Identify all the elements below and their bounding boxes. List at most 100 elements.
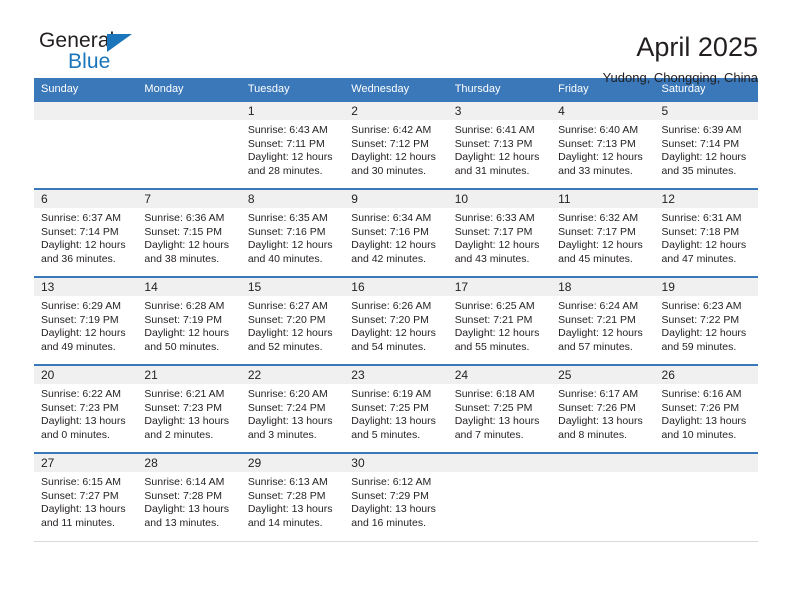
sunset-time: Sunset: 7:22 PM — [661, 313, 740, 326]
logo-text-general: General — [39, 29, 115, 52]
sunset-time: Sunset: 7:17 PM — [454, 225, 533, 238]
day-cell-inner: 21 Sunrise: 6:21 AM Sunset: 7:23 PM Dayligh… — [137, 366, 241, 452]
calendar-day-cell-empty — [447, 452, 552, 542]
sunset-time: Sunset: 7:11 PM — [247, 137, 325, 150]
calendar-day-cell[interactable]: 12 Sunrise: 6:31 AM Sunset: 7:18 PM Dayligh… — [654, 188, 758, 277]
sunrise-time: Sunrise: 6:19 AM — [351, 388, 432, 400]
sunrise-time: Sunrise: 6:43 AM — [247, 124, 328, 136]
daylight-duration-line2: and 31 minutes. — [454, 164, 530, 177]
calendar-day-cell[interactable]: 25 Sunrise: 6:17 AM Sunset: 7:26 PM Dayligh… — [551, 364, 655, 453]
sunset-time: Sunset: 7:16 PM — [351, 225, 429, 238]
calendar-day-cell[interactable]: 11 Sunrise: 6:32 AM Sunset: 7:17 PM Dayligh… — [551, 188, 655, 277]
day-details: Sunrise: 6:12 AM Sunset: 7:29 PM Daylight:… — [344, 472, 447, 530]
daylight-duration-line2: and 10 minutes. — [661, 428, 737, 441]
daylight-duration-line2: and 2 minutes. — [144, 428, 214, 441]
calendar-day-cell[interactable]: 8 Sunrise: 6:35 AM Sunset: 7:16 PM Daylight… — [240, 188, 345, 277]
daylight-duration-line2: and 28 minutes. — [247, 164, 323, 177]
day-details: Sunrise: 6:39 AM Sunset: 7:14 PM Daylight:… — [655, 120, 758, 178]
day-cell-inner: 2 Sunrise: 6:42 AM Sunset: 7:12 PM Daylight… — [344, 102, 448, 188]
day-cell-inner: 12 Sunrise: 6:31 AM Sunset: 7:18 PM Dayligh… — [654, 190, 758, 276]
day-details: Sunrise: 6:13 AM Sunset: 7:28 PM Daylight:… — [241, 472, 344, 530]
calendar-day-cell[interactable]: 7 Sunrise: 6:36 AM Sunset: 7:15 PM Daylight… — [137, 188, 241, 277]
sunset-time: Sunset: 7:23 PM — [144, 401, 223, 414]
day-cell-inner: 29 Sunrise: 6:13 AM Sunset: 7:28 PM Dayligh… — [240, 454, 345, 541]
day-details: Sunrise: 6:16 AM Sunset: 7:26 PM Daylight:… — [655, 384, 758, 442]
logo-text-blue: Blue — [68, 50, 111, 73]
calendar-day-cell[interactable]: 28 Sunrise: 6:14 AM Sunset: 7:28 PM Dayligh… — [137, 452, 241, 542]
sunrise-time: Sunrise: 6:14 AM — [144, 476, 225, 488]
day-number: 7 — [137, 190, 241, 208]
day-cell-inner: 9 Sunrise: 6:34 AM Sunset: 7:16 PM Daylight… — [344, 190, 448, 276]
calendar-day-cell[interactable]: 14 Sunrise: 6:28 AM Sunset: 7:19 PM Dayligh… — [137, 276, 241, 365]
day-details: Sunrise: 6:27 AM Sunset: 7:20 PM Daylight:… — [241, 296, 344, 354]
day-number — [447, 454, 552, 472]
daylight-duration-line2: and 57 minutes. — [558, 340, 633, 353]
day-cell-inner: 30 Sunrise: 6:12 AM Sunset: 7:29 PM Dayligh… — [344, 454, 448, 541]
day-cell-inner: 19 Sunrise: 6:23 AM Sunset: 7:22 PM Dayligh… — [654, 278, 758, 364]
day-details: Sunrise: 6:20 AM Sunset: 7:24 PM Daylight:… — [241, 384, 344, 442]
calendar-day-cell[interactable]: 29 Sunrise: 6:13 AM Sunset: 7:28 PM Dayligh… — [240, 452, 345, 542]
calendar-day-cell[interactable]: 2 Sunrise: 6:42 AM Sunset: 7:12 PM Daylight… — [344, 100, 448, 189]
sunrise-time: Sunrise: 6:16 AM — [661, 388, 742, 400]
calendar-week-row: 27 Sunrise: 6:15 AM Sunset: 7:27 PM Dayligh… — [34, 452, 758, 542]
sunrise-time: Sunrise: 6:40 AM — [558, 124, 639, 136]
calendar-day-cell[interactable]: 18 Sunrise: 6:24 AM Sunset: 7:21 PM Dayligh… — [551, 276, 655, 365]
day-number: 20 — [34, 366, 138, 384]
calendar-day-cell[interactable]: 27 Sunrise: 6:15 AM Sunset: 7:27 PM Dayligh… — [34, 452, 138, 542]
calendar-day-cell[interactable]: 10 Sunrise: 6:33 AM Sunset: 7:17 PM Dayligh… — [447, 188, 552, 277]
calendar-day-cell[interactable]: 15 Sunrise: 6:27 AM Sunset: 7:20 PM Dayligh… — [240, 276, 345, 365]
calendar-day-cell[interactable]: 26 Sunrise: 6:16 AM Sunset: 7:26 PM Dayligh… — [654, 364, 758, 453]
calendar-day-cell[interactable]: 1 Sunrise: 6:43 AM Sunset: 7:11 PM Daylight… — [240, 100, 345, 189]
general-blue-logo[interactable]: General Blue — [34, 30, 149, 72]
calendar-day-cell[interactable]: 21 Sunrise: 6:21 AM Sunset: 7:23 PM Dayligh… — [137, 364, 241, 453]
day-details: Sunrise: 6:21 AM Sunset: 7:23 PM Daylight:… — [137, 384, 240, 442]
daylight-duration-line2: and 0 minutes. — [41, 428, 110, 441]
daylight-duration-line1: Daylight: 13 hours — [454, 415, 540, 428]
day-details: Sunrise: 6:18 AM Sunset: 7:25 PM Daylight:… — [448, 384, 551, 442]
daylight-duration-line2: and 54 minutes. — [351, 340, 426, 353]
calendar-day-cell[interactable]: 20 Sunrise: 6:22 AM Sunset: 7:23 PM Dayligh… — [34, 364, 138, 453]
sunset-time: Sunset: 7:26 PM — [661, 401, 740, 414]
calendar-day-cell[interactable]: 22 Sunrise: 6:20 AM Sunset: 7:24 PM Dayligh… — [240, 364, 345, 453]
daylight-duration-line2: and 5 minutes. — [351, 428, 421, 441]
day-cell-inner: 6 Sunrise: 6:37 AM Sunset: 7:14 PM Daylight… — [34, 190, 138, 276]
calendar-day-cell[interactable]: 5 Sunrise: 6:39 AM Sunset: 7:14 PM Daylight… — [654, 100, 758, 189]
daylight-duration-line2: and 52 minutes. — [247, 340, 323, 353]
day-number: 12 — [654, 190, 758, 208]
calendar-day-cell[interactable]: 16 Sunrise: 6:26 AM Sunset: 7:20 PM Dayligh… — [344, 276, 448, 365]
daylight-duration-line2: and 8 minutes. — [558, 428, 627, 441]
day-number: 28 — [137, 454, 241, 472]
day-cell-inner: 15 Sunrise: 6:27 AM Sunset: 7:20 PM Dayligh… — [240, 278, 345, 364]
weekday-header-sunday: Sunday — [34, 78, 138, 101]
daylight-duration-line1: Daylight: 12 hours — [454, 239, 540, 252]
daylight-duration-line1: Daylight: 12 hours — [247, 239, 333, 252]
daylight-duration-line1: Daylight: 13 hours — [351, 415, 436, 428]
calendar-day-cell[interactable]: 19 Sunrise: 6:23 AM Sunset: 7:22 PM Dayligh… — [654, 276, 758, 365]
calendar-day-cell[interactable]: 24 Sunrise: 6:18 AM Sunset: 7:25 PM Dayligh… — [447, 364, 552, 453]
day-number: 6 — [34, 190, 138, 208]
daylight-duration-line1: Daylight: 13 hours — [247, 415, 333, 428]
calendar-week-row: 1 Sunrise: 6:43 AM Sunset: 7:11 PM Daylight… — [34, 100, 758, 189]
calendar-day-cell[interactable]: 17 Sunrise: 6:25 AM Sunset: 7:21 PM Dayligh… — [447, 276, 552, 365]
sunset-time: Sunset: 7:28 PM — [247, 489, 326, 502]
calendar-day-cell[interactable]: 30 Sunrise: 6:12 AM Sunset: 7:29 PM Dayligh… — [344, 452, 448, 542]
weekday-header-wednesday: Wednesday — [344, 78, 448, 101]
day-details: Sunrise: 6:34 AM Sunset: 7:16 PM Daylight:… — [344, 208, 447, 266]
calendar-day-cell[interactable]: 13 Sunrise: 6:29 AM Sunset: 7:19 PM Dayligh… — [34, 276, 138, 365]
calendar-day-cell[interactable]: 3 Sunrise: 6:41 AM Sunset: 7:13 PM Daylight… — [447, 100, 552, 189]
sunset-time: Sunset: 7:14 PM — [661, 137, 740, 150]
sunrise-time: Sunrise: 6:31 AM — [661, 212, 742, 224]
day-cell-inner: 13 Sunrise: 6:29 AM Sunset: 7:19 PM Dayligh… — [34, 278, 138, 364]
daylight-duration-line1: Daylight: 12 hours — [661, 327, 747, 340]
calendar-day-cell[interactable]: 9 Sunrise: 6:34 AM Sunset: 7:16 PM Daylight… — [344, 188, 448, 277]
daylight-duration-line1: Daylight: 13 hours — [144, 415, 230, 428]
sunrise-time: Sunrise: 6:12 AM — [351, 476, 432, 488]
daylight-duration-line1: Daylight: 12 hours — [661, 151, 747, 164]
daylight-duration-line2: and 36 minutes. — [41, 252, 116, 265]
calendar-day-cell[interactable]: 4 Sunrise: 6:40 AM Sunset: 7:13 PM Daylight… — [551, 100, 655, 189]
calendar-day-cell[interactable]: 23 Sunrise: 6:19 AM Sunset: 7:25 PM Dayligh… — [344, 364, 448, 453]
day-cell-inner: 25 Sunrise: 6:17 AM Sunset: 7:26 PM Dayligh… — [551, 366, 655, 452]
sunset-time: Sunset: 7:18 PM — [661, 225, 740, 238]
weekday-header-tuesday: Tuesday — [240, 78, 345, 101]
calendar-day-cell[interactable]: 6 Sunrise: 6:37 AM Sunset: 7:14 PM Daylight… — [34, 188, 138, 277]
